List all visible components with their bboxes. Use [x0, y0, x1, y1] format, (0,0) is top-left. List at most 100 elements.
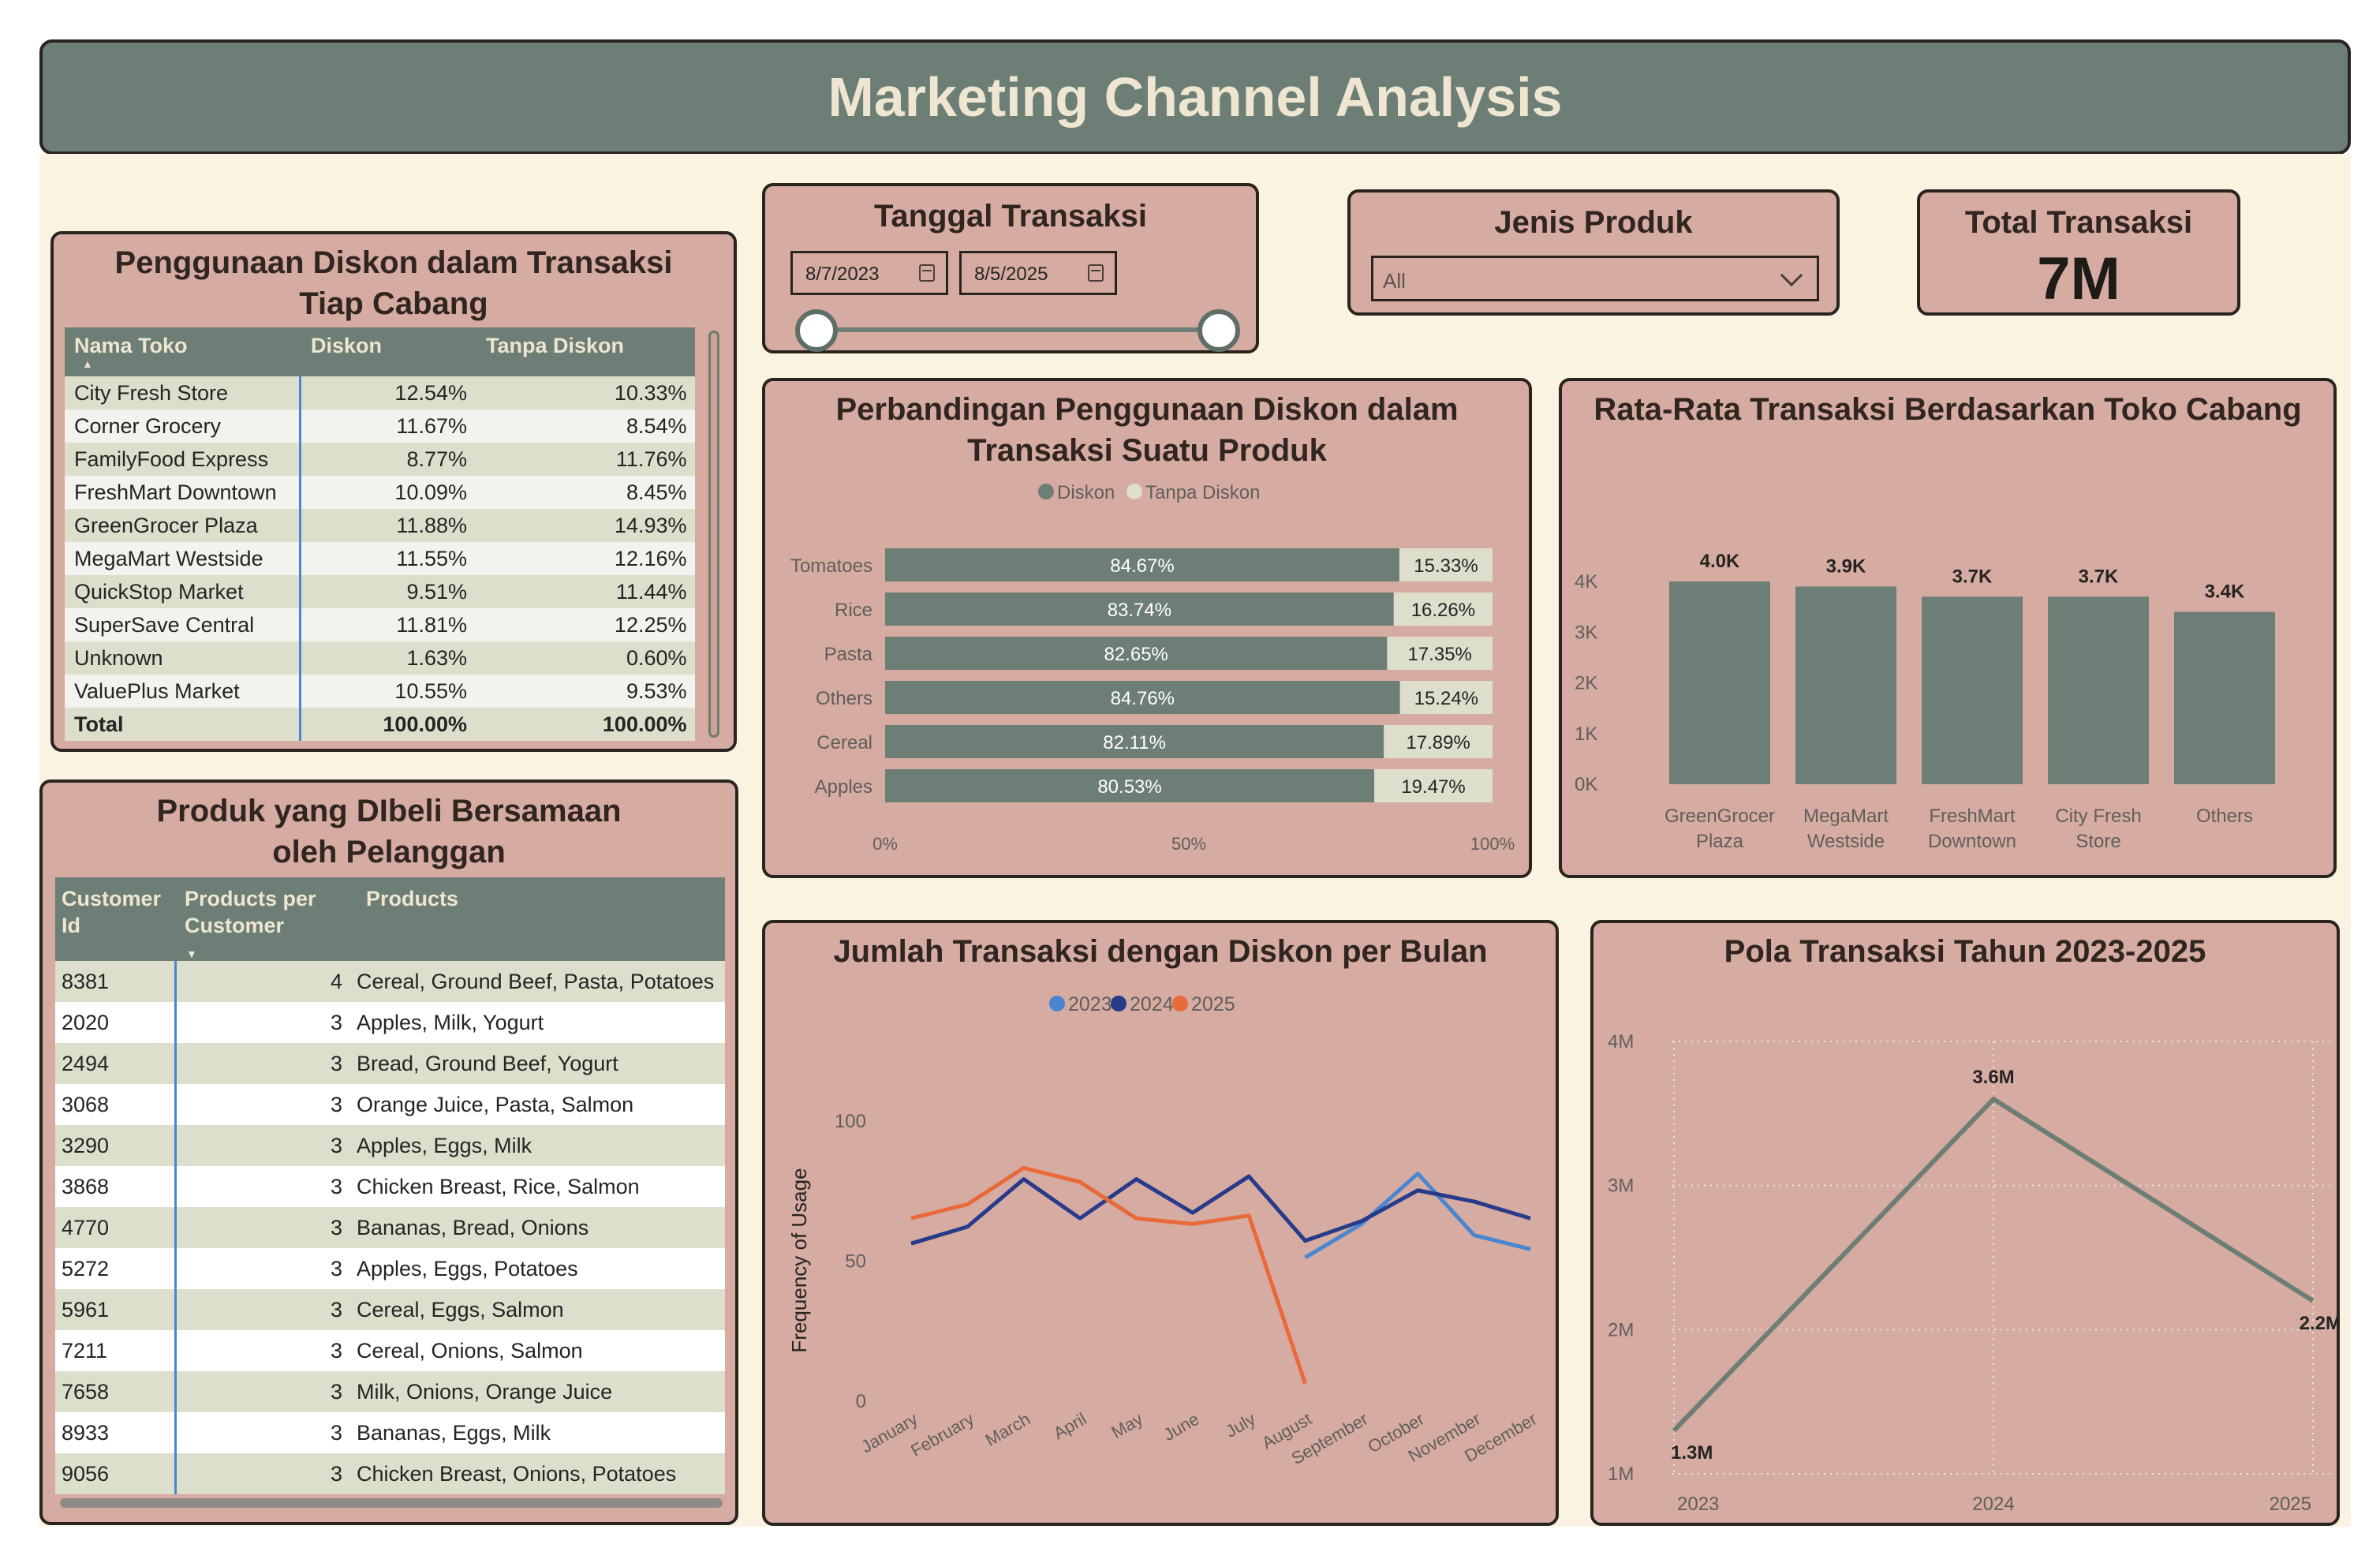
- x-tick-label: GreenGrocer Plaza: [1665, 806, 1775, 852]
- bar[interactable]: [1669, 581, 1770, 784]
- customer-id-cell: 3868: [55, 1166, 177, 1207]
- bar[interactable]: [1795, 586, 1896, 784]
- column-header-no-discount[interactable]: Tanpa Diskon: [475, 327, 695, 376]
- product-count-cell: 3: [330, 1256, 342, 1280]
- x-tick-label: MegaMart Westside: [1803, 806, 1889, 852]
- discount-product-chart-panel: Perbandingan Penggunaan Diskon dalam Tra…: [762, 378, 1532, 878]
- product-dropdown[interactable]: All: [1371, 256, 1819, 301]
- store-name-cell: SuperSave Central: [65, 608, 301, 641]
- table-row[interactable]: SuperSave Central 11.81% 12.25%: [65, 608, 695, 641]
- customer-id-cell: 8381: [55, 961, 177, 1002]
- series-line[interactable]: [910, 1165, 1307, 1385]
- horizontal-scrollbar[interactable]: [60, 1498, 723, 1508]
- start-date-input[interactable]: 8/7/2023: [790, 251, 948, 295]
- table-row[interactable]: 5272 3 Apples, Eggs, Potatoes: [55, 1248, 725, 1289]
- table-row[interactable]: 2494 3 Bread, Ground Beef, Yogurt: [55, 1043, 725, 1084]
- table-row[interactable]: 3068 3 Orange Juice, Pasta, Salmon: [55, 1084, 725, 1125]
- store-name-cell: FamilyFood Express: [65, 443, 301, 476]
- bar[interactable]: [1922, 596, 2023, 784]
- data-label: 82.11%: [1103, 732, 1166, 753]
- category-label: Apples: [815, 776, 872, 798]
- calendar-icon[interactable]: [1088, 264, 1104, 282]
- table-row[interactable]: 9056 3 Chicken Breast, Onions, Potatoes: [55, 1453, 725, 1494]
- table-row[interactable]: FreshMart Downtown 10.09% 8.45%: [65, 476, 695, 509]
- data-label: 3.7K: [2079, 566, 2119, 587]
- x-tick-label: City Fresh Store: [2055, 806, 2141, 852]
- discount-table: Nama Toko ▲ Diskon Tanpa Diskon City Fres…: [65, 327, 696, 741]
- sort-descending-icon: ▼: [186, 948, 197, 960]
- customer-id-cell: 7211: [55, 1330, 177, 1371]
- series-line[interactable]: [910, 1174, 1531, 1246]
- store-name-cell: Unknown: [65, 641, 301, 675]
- product-count-cell: 3: [330, 1133, 342, 1157]
- data-label: 19.47%: [1401, 776, 1465, 798]
- category-label: Cereal: [816, 732, 872, 753]
- x-tick-label: 2025: [2270, 1494, 2311, 1515]
- series-line[interactable]: [1304, 1171, 1531, 1260]
- total-row: Total 100.00% 100.00%: [65, 708, 695, 741]
- bar[interactable]: [2174, 611, 2275, 784]
- page-title: Marketing Channel Analysis: [828, 66, 1563, 128]
- x-tick-label: April: [1050, 1409, 1090, 1444]
- column-header-discount[interactable]: Diskon: [300, 327, 475, 376]
- data-label: 80.53%: [1097, 776, 1161, 798]
- table-row[interactable]: 4770 3 Bananas, Bread, Onions: [55, 1207, 725, 1248]
- product-count-cell: 3: [330, 1379, 342, 1404]
- chart-legend: Diskon Tanpa Diskon: [1038, 482, 1260, 503]
- yearly-pattern-chart-panel: Pola Transaksi Tahun 2023-2025 1M 2M 3M 4M 2…: [1590, 920, 2340, 1526]
- legend-label: 2024: [1130, 993, 1174, 1015]
- table-row[interactable]: ValuePlus Market 10.55% 9.53%: [65, 675, 695, 708]
- table-row[interactable]: Corner Grocery 11.67% 8.54%: [65, 409, 695, 443]
- store-name-cell: GreenGrocer Plaza: [65, 509, 301, 542]
- table-row[interactable]: GreenGrocer Plaza 11.88% 14.93%: [65, 509, 695, 542]
- table-row[interactable]: QuickStop Market 9.51% 11.44%: [65, 575, 695, 608]
- column-header-store[interactable]: Nama Toko ▲: [65, 327, 300, 376]
- table-row[interactable]: 7211 3 Cereal, Onions, Salmon: [55, 1330, 725, 1371]
- table-row[interactable]: Unknown 1.63% 0.60%: [65, 641, 695, 675]
- date-range-track[interactable]: [820, 327, 1239, 332]
- legend-swatch: [1126, 484, 1142, 499]
- product-count-cell: 3: [330, 1420, 342, 1445]
- store-name-cell: City Fresh Store: [65, 376, 301, 409]
- end-date-input[interactable]: 8/5/2025: [959, 251, 1117, 295]
- basket-table-title: Produk yang DIbeli Bersamaan oleh Pelang…: [156, 794, 622, 869]
- table-row[interactable]: City Fresh Store 12.54% 10.33%: [65, 376, 695, 409]
- kpi-title: Total Transaksi: [1964, 205, 2193, 240]
- no-discount-cell: 9.53%: [626, 679, 687, 703]
- table-row[interactable]: 7658 3 Milk, Onions, Orange Juice: [55, 1371, 725, 1412]
- column-header-customer-id[interactable]: Customer Id: [55, 877, 175, 961]
- table-row[interactable]: 8933 3 Bananas, Eggs, Milk: [55, 1412, 725, 1453]
- x-tick-label: 2024: [1972, 1494, 2014, 1515]
- category-label: Others: [816, 688, 872, 709]
- column-header-products-per-customer[interactable]: Products per Customer ▼: [175, 877, 357, 961]
- table-scrollbar[interactable]: [708, 331, 719, 738]
- discount-cell: 8.77%: [406, 447, 467, 471]
- table-row[interactable]: 3290 3 Apples, Eggs, Milk: [55, 1125, 725, 1166]
- table-row[interactable]: 3868 3 Chicken Breast, Rice, Salmon: [55, 1166, 725, 1207]
- range-end-handle[interactable]: [1197, 309, 1240, 352]
- category-label: Tomatoes: [790, 555, 872, 577]
- customer-id-cell: 9056: [55, 1453, 177, 1494]
- product-filter-title: Jenis Produk: [1494, 205, 1693, 240]
- y-tick-label: 4M: [1608, 1031, 1634, 1052]
- category-label: Pasta: [824, 644, 873, 665]
- data-label: 16.26%: [1411, 600, 1475, 621]
- range-start-handle[interactable]: [795, 309, 838, 352]
- customer-id-cell: 5272: [55, 1248, 177, 1289]
- table-row[interactable]: 5961 3 Cereal, Eggs, Salmon: [55, 1289, 725, 1330]
- column-header-products[interactable]: Products: [357, 877, 725, 961]
- legend-label: 2023: [1068, 993, 1112, 1015]
- bar[interactable]: [2048, 596, 2149, 784]
- store-name-cell: ValuePlus Market: [65, 675, 301, 708]
- table-row[interactable]: FamilyFood Express 8.77% 11.76%: [65, 443, 695, 476]
- store-name-cell: MegaMart Westside: [65, 542, 301, 575]
- x-tick-label: Others: [2196, 806, 2253, 827]
- calendar-icon[interactable]: [919, 264, 935, 282]
- legend-label: Diskon: [1057, 482, 1115, 503]
- table-row[interactable]: MegaMart Westside 11.55% 12.16%: [65, 542, 695, 575]
- table-row[interactable]: 2020 3 Apples, Milk, Yogurt: [55, 1002, 725, 1043]
- table-row[interactable]: 8381 4 Cereal, Ground Beef, Pasta, Potatoe…: [55, 961, 725, 1002]
- chart-title: Perbandingan Penggunaan Diskon dalam Tra…: [835, 392, 1459, 468]
- product-count-cell: 3: [330, 1338, 342, 1363]
- no-discount-cell: 11.76%: [615, 447, 687, 471]
